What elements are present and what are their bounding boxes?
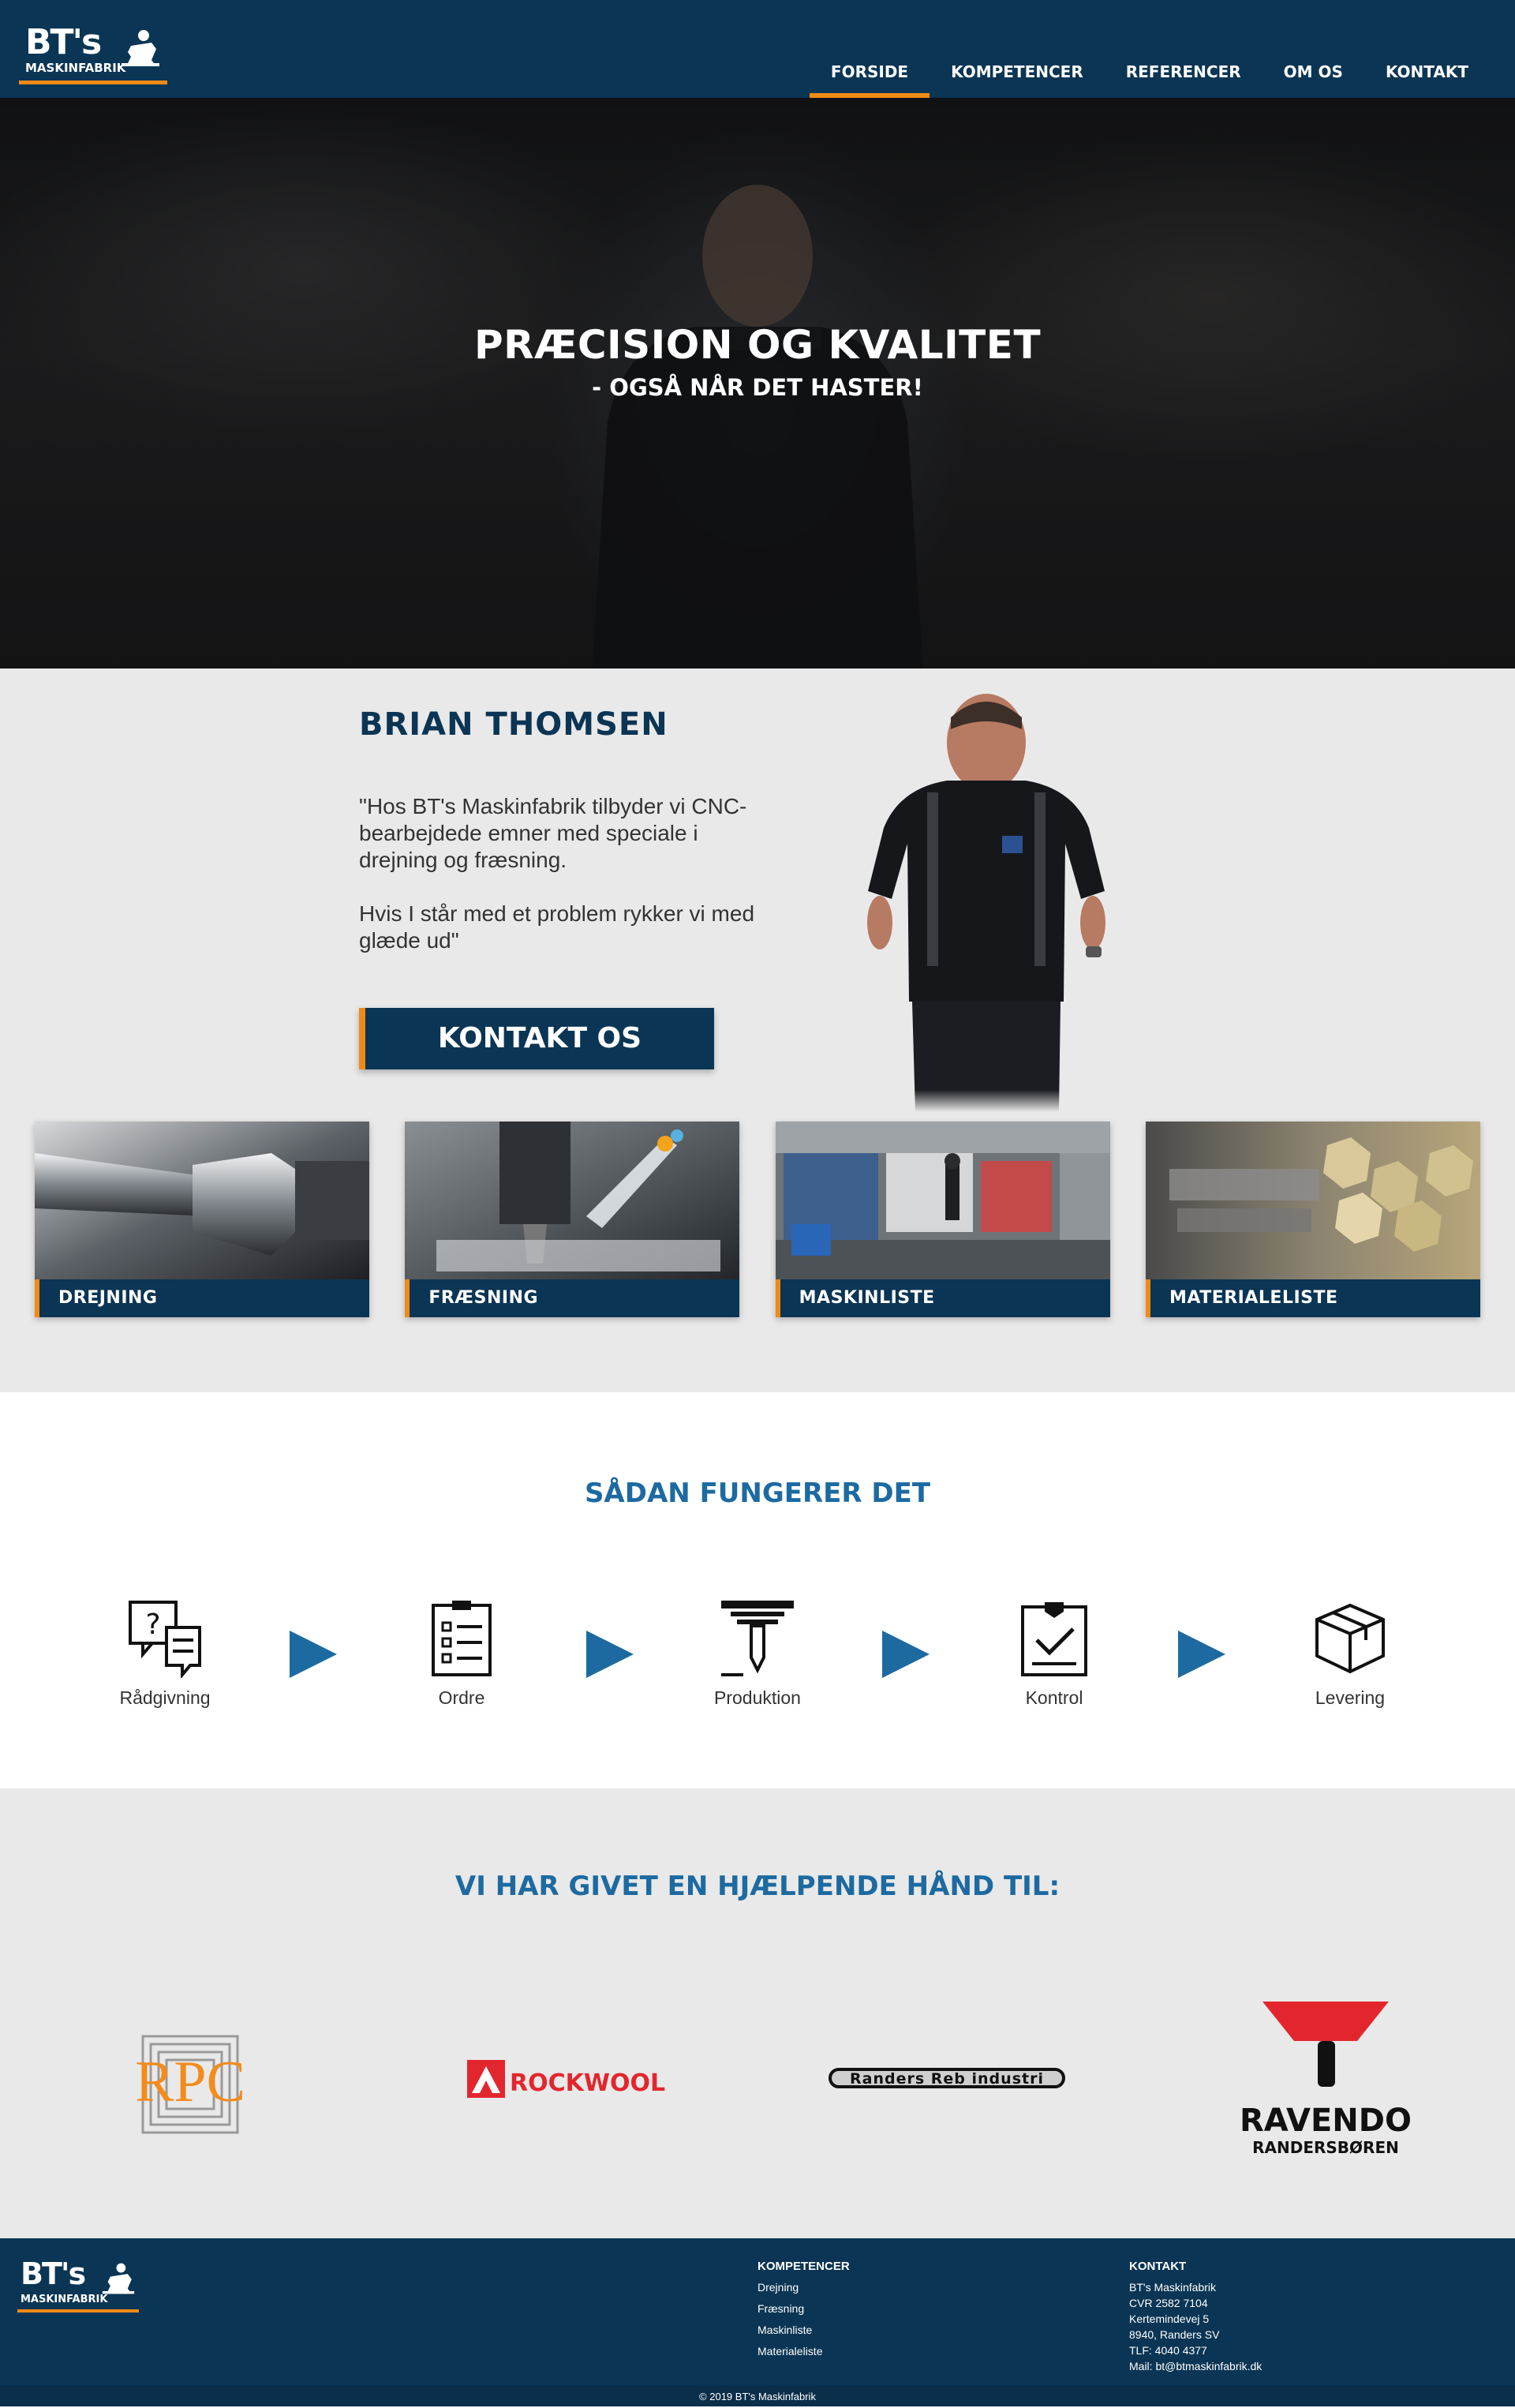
- contact-us-button[interactable]: KONTAKT OS: [359, 1008, 714, 1069]
- order-icon: [432, 1601, 492, 1676]
- quote-paragraph-2: Hvis I står med et problem rykker vi med…: [359, 901, 755, 953]
- client-logo-randers-reb[interactable]: Randers Reb industri: [829, 2065, 1065, 2092]
- footer-link-drejning[interactable]: Drejning: [758, 2279, 850, 2295]
- profile-quote: "Hos BT's Maskinfabrik tilbyder vi CNC-b…: [359, 793, 769, 981]
- card-materialeliste-image: [1145, 1122, 1480, 1279]
- nav-item-forside[interactable]: FORSIDE: [809, 60, 930, 98]
- nav-item-referencer[interactable]: REFERENCER: [1105, 60, 1262, 98]
- worker-icon: [102, 2263, 135, 2294]
- footer-competences: KOMPETENCER Drejning Fræsning Maskinlist…: [758, 2259, 850, 2365]
- advice-icon: ?: [129, 1601, 201, 1678]
- footer-link-fraesning[interactable]: Fræsning: [758, 2301, 850, 2316]
- logo-subtext: MASKINFABRIK: [25, 61, 126, 75]
- profile-name: BRIAN THOMSEN: [359, 706, 668, 743]
- footer-competences-title: KOMPETENCER: [758, 2260, 850, 2273]
- card-fraesning-image: [405, 1122, 740, 1279]
- footer-cvr: CVR 2582 7104: [1129, 2297, 1208, 2309]
- footer-phone[interactable]: TLF: 4040 4377: [1129, 2342, 1262, 2358]
- step-ordre: Ordre: [375, 1599, 548, 1709]
- footer-city: 8940, Randers SV: [1129, 2328, 1220, 2341]
- client-logo-rockwool[interactable]: ROCKWOOL: [466, 2055, 672, 2103]
- footer-logo-subtext: MASKINFABRIK: [21, 2294, 108, 2305]
- randers-logo-text: Randers Reb industri: [850, 2070, 1044, 2088]
- profile-photo: [867, 694, 1105, 1112]
- step-label: Produktion: [714, 1687, 801, 1708]
- delivery-icon: [1315, 1603, 1385, 1674]
- worker-icon: [122, 30, 159, 66]
- footer-contact: KONTAKT BT's Maskinfabrik CVR 2582 7104 …: [1129, 2259, 1262, 2374]
- logo-text: BT's: [25, 22, 102, 62]
- nav-item-kompetencer[interactable]: KOMPETENCER: [930, 60, 1105, 98]
- card-fraesning-label: FRÆSNING: [405, 1279, 740, 1317]
- step-produktion: Produktion: [671, 1599, 844, 1709]
- client-logo-ravendo[interactable]: RAVENDO RANDERSBØREN: [1239, 2000, 1412, 2166]
- footer-link-maskinliste[interactable]: Maskinliste: [758, 2322, 850, 2338]
- site-footer: BT's MASKINFABRIK KOMPETENCER Drejning F…: [0, 2238, 1515, 2406]
- card-maskinliste[interactable]: MASKINLISTE: [775, 1122, 1110, 1317]
- lathe-image: [35, 1122, 369, 1279]
- footer-street: Kertemindevej 5: [1129, 2313, 1210, 2325]
- process-section: SÅDAN FUNGERER DET ? Rådgivning Ordre Pr…: [0, 1392, 1515, 1788]
- step-label: Levering: [1315, 1687, 1386, 1708]
- step-kontrol: Kontrol: [967, 1599, 1141, 1709]
- footer-logo-underline: [17, 2309, 139, 2313]
- rockwool-logo-text: ROCKWOOL: [510, 2069, 665, 2097]
- step-raadgivning: ? Rådgivning: [78, 1599, 252, 1709]
- ravendo-logo-text: RAVENDO: [1240, 2103, 1412, 2139]
- service-cards: DREJNING FRÆSNING MASKINLISTE MATERIALEL…: [35, 1122, 1480, 1317]
- main-nav: FORSIDE KOMPETENCER REFERENCER OM OS KON…: [809, 60, 1490, 98]
- step-levering: Levering: [1263, 1599, 1437, 1709]
- ravendo-logo-subtext: RANDERSBØREN: [1252, 2138, 1399, 2157]
- process-title: SÅDAN FUNGERER DET: [584, 1477, 931, 1509]
- site-header: BT's MASKINFABRIK FORSIDE KOMPETENCER RE…: [0, 0, 1515, 98]
- milling-image: [405, 1122, 740, 1279]
- copyright-bar: © 2019 BT's Maskinfabrik: [0, 2386, 1515, 2406]
- materials-image: [1145, 1122, 1480, 1279]
- clients-title: VI HAR GIVET EN HJÆLPENDE HÅND TIL:: [454, 1871, 1060, 1902]
- control-icon: [1021, 1602, 1087, 1676]
- arrow-right-icon: [290, 1631, 337, 1678]
- card-materialeliste[interactable]: MATERIALELISTE: [1145, 1122, 1480, 1317]
- footer-logo-text: BT's: [21, 2256, 86, 2291]
- arrow-right-icon: [882, 1631, 930, 1678]
- client-logo-rpc[interactable]: RPC: [99, 2033, 281, 2136]
- production-icon: [721, 1601, 794, 1676]
- clients-section: VI HAR GIVET EN HJÆLPENDE HÅND TIL: RPC …: [0, 1788, 1515, 2238]
- hero-title: PRÆCISION OG KVALITET: [473, 322, 1042, 368]
- step-label: Rådgivning: [119, 1687, 211, 1708]
- footer-contact-title: KONTAKT: [1129, 2260, 1187, 2273]
- logo-underline: [19, 81, 167, 84]
- nav-item-om-os[interactable]: OM OS: [1262, 60, 1364, 98]
- arrow-right-icon: [586, 1631, 634, 1678]
- footer-company: BT's Maskinfabrik: [1129, 2281, 1217, 2294]
- card-drejning-image: [35, 1122, 369, 1279]
- site-logo[interactable]: BT's MASKINFABRIK: [19, 17, 169, 88]
- footer-link-materialeliste[interactable]: Materialeliste: [758, 2343, 850, 2359]
- svg-text:?: ?: [145, 1608, 160, 1641]
- card-drejning[interactable]: DREJNING: [35, 1122, 369, 1317]
- card-maskinliste-label: MASKINLISTE: [775, 1279, 1110, 1317]
- workshop-image: [775, 1122, 1110, 1279]
- profile-section: BRIAN THOMSEN "Hos BT's Maskinfabrik til…: [0, 668, 1515, 1392]
- hero-subtitle: - OGSÅ NÅR DET HASTER!: [592, 374, 923, 401]
- card-materialeliste-label: MATERIALELISTE: [1145, 1279, 1480, 1317]
- rpc-logo-text: RPC: [135, 2050, 245, 2114]
- arrow-right-icon: [1178, 1631, 1225, 1678]
- card-drejning-label: DREJNING: [35, 1279, 369, 1317]
- nav-item-kontakt[interactable]: KONTAKT: [1364, 60, 1490, 98]
- footer-logo[interactable]: BT's MASKINFABRIK: [17, 2259, 144, 2314]
- card-maskinliste-image: [775, 1122, 1110, 1279]
- step-label: Ordre: [438, 1687, 485, 1708]
- card-fraesning[interactable]: FRÆSNING: [405, 1122, 740, 1317]
- quote-paragraph-1: "Hos BT's Maskinfabrik tilbyder vi CNC-b…: [359, 794, 747, 872]
- hero-banner: PRÆCISION OG KVALITET - OGSÅ NÅR DET HAS…: [0, 98, 1515, 668]
- footer-email[interactable]: Mail: bt@btmaskinfabrik.dk: [1129, 2358, 1262, 2374]
- step-label: Kontrol: [1025, 1687, 1083, 1708]
